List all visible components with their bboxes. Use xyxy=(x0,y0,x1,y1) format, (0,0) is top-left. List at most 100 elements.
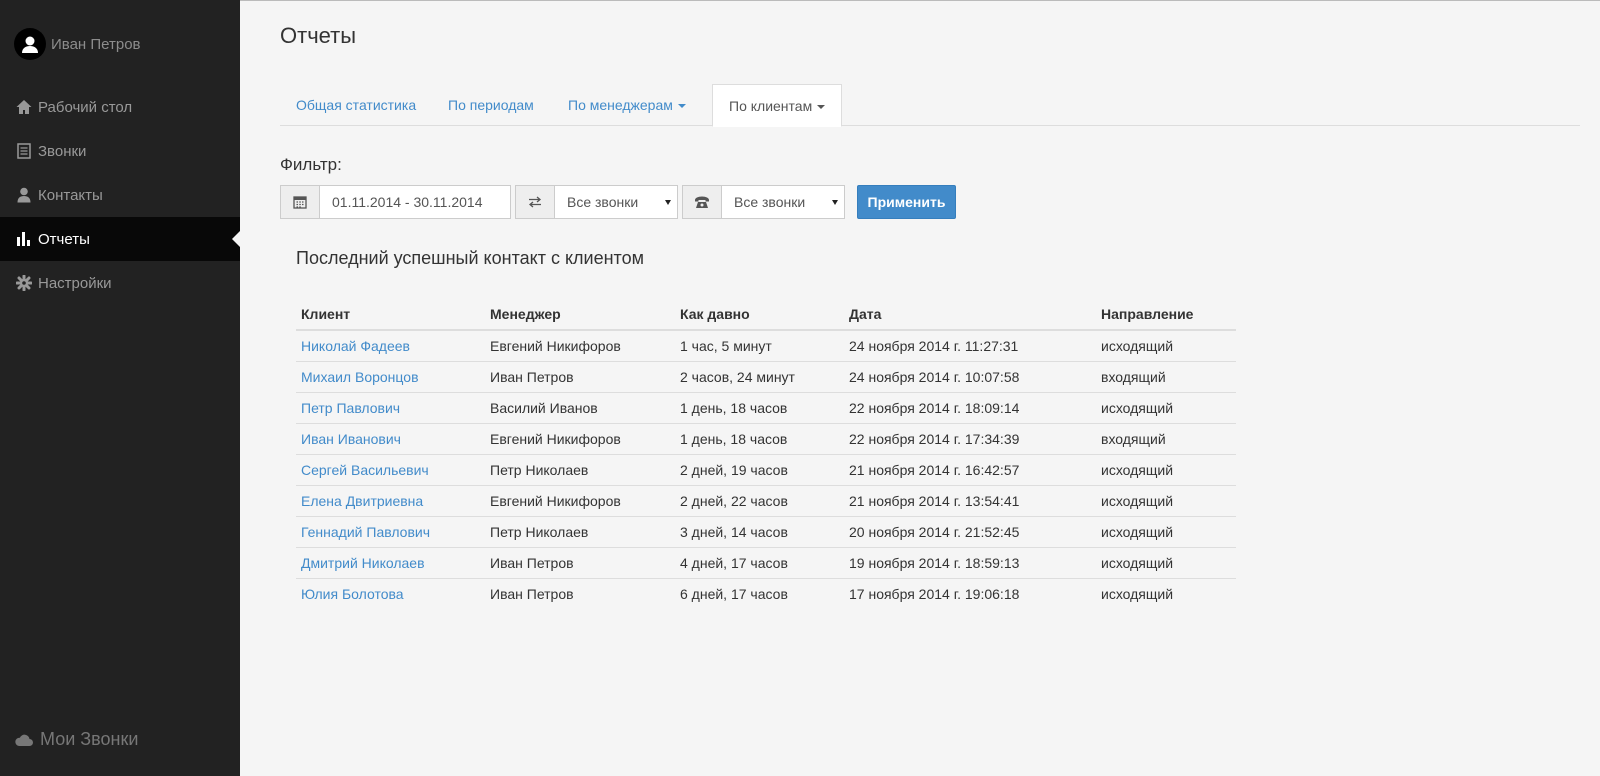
manager-cell: Иван Петров xyxy=(485,361,675,393)
date-cell: 21 ноября 2014 г. 16:42:57 xyxy=(844,454,1096,486)
brand-label: Мои Звонки xyxy=(40,729,139,749)
date-cell: 21 ноября 2014 г. 13:54:41 xyxy=(844,485,1096,517)
user-name: Иван Петров xyxy=(51,35,141,53)
avatar-icon xyxy=(14,28,46,60)
client-link[interactable]: Юлия Болотова xyxy=(296,578,485,609)
report-table: Клиент Менеджер Как давно Дата Направлен… xyxy=(296,298,1236,609)
tab-by-managers[interactable]: По менеджерам xyxy=(552,84,702,126)
elapsed-cell: 2 часов, 24 минут xyxy=(675,361,844,393)
sidebar-item-label: Отчеты xyxy=(38,230,90,248)
cloud-icon xyxy=(14,733,34,747)
column-header-date[interactable]: Дата xyxy=(844,298,1096,331)
table-row: Геннадий Павлович Петр Николаев 3 дней, … xyxy=(296,516,1236,548)
direction-cell: входящий xyxy=(1096,361,1236,393)
elapsed-cell: 1 час, 5 минут xyxy=(675,330,844,362)
tab-by-periods[interactable]: По периодам xyxy=(432,84,550,126)
date-cell: 24 ноября 2014 г. 11:27:31 xyxy=(844,330,1096,362)
date-cell: 20 ноября 2014 г. 21:52:45 xyxy=(844,516,1096,548)
client-link[interactable]: Михаил Воронцов xyxy=(296,361,485,393)
apply-button[interactable]: Применить xyxy=(857,185,956,219)
status-select[interactable]: Все звонки xyxy=(721,185,845,219)
direction-select-value: Все звонки xyxy=(567,194,639,210)
brand-logo[interactable]: Мои Звонки xyxy=(14,729,138,750)
direction-cell: исходящий xyxy=(1096,454,1236,486)
tab-general-stats[interactable]: Общая статистика xyxy=(280,84,432,126)
manager-cell: Евгений Никифоров xyxy=(485,485,675,517)
phone-icon xyxy=(682,185,722,219)
direction-cell: исходящий xyxy=(1096,392,1236,424)
table-row: Николай Фадеев Евгений Никифоров 1 час, … xyxy=(296,330,1236,362)
select-arrow-icon xyxy=(832,200,838,205)
select-arrow-icon xyxy=(665,200,671,205)
user-profile[interactable]: Иван Петров xyxy=(14,28,141,60)
column-header-direction[interactable]: Направление xyxy=(1096,298,1236,331)
sidebar: Иван Петров Рабочий стол Звонки Контакты… xyxy=(0,0,240,776)
direction-arrows-icon xyxy=(515,185,555,219)
elapsed-cell: 4 дней, 17 часов xyxy=(675,547,844,579)
sidebar-item-label: Настройки xyxy=(38,274,112,292)
column-header-manager[interactable]: Менеджер xyxy=(485,298,675,331)
sidebar-item-label: Контакты xyxy=(38,186,103,204)
sidebar-nav: Рабочий стол Звонки Контакты Отчеты Наст… xyxy=(0,85,240,305)
tab-label: По клиентам xyxy=(729,98,813,114)
client-link[interactable]: Петр Павлович xyxy=(296,392,485,424)
sidebar-item-reports[interactable]: Отчеты xyxy=(0,217,240,261)
elapsed-cell: 2 дней, 19 часов xyxy=(675,454,844,486)
table-header-row: Клиент Менеджер Как давно Дата Направлен… xyxy=(296,298,1236,331)
date-cell: 17 ноября 2014 г. 19:06:18 xyxy=(849,585,1020,602)
bar-chart-icon xyxy=(16,231,32,247)
client-link[interactable]: Елена Двитриевна xyxy=(296,485,485,517)
caret-down-icon xyxy=(677,104,686,109)
column-header-client[interactable]: Клиент xyxy=(296,298,485,331)
elapsed-cell: 2 дней, 22 часов xyxy=(675,485,844,517)
table-row: Дмитрий Николаев Иван Петров 4 дней, 17 … xyxy=(296,547,1236,579)
elapsed-cell: 6 дней, 17 часов xyxy=(680,585,788,602)
user-icon xyxy=(16,187,32,203)
sidebar-item-calls[interactable]: Звонки xyxy=(0,129,240,173)
tab-by-clients[interactable]: По клиентам xyxy=(712,84,843,127)
client-link[interactable]: Николай Фадеев xyxy=(296,330,485,362)
direction-cell: исходящий xyxy=(1096,485,1236,517)
client-link[interactable]: Иван Иванович xyxy=(296,423,485,455)
direction-cell: входящий xyxy=(1096,423,1236,455)
sidebar-item-settings[interactable]: Настройки xyxy=(0,261,240,305)
table-row: Иван Иванович Евгений Никифоров 1 день, … xyxy=(296,423,1236,455)
sidebar-item-label: Рабочий стол xyxy=(38,98,133,116)
manager-cell: Иван Петров xyxy=(485,547,675,579)
manager-cell: Петр Николаев xyxy=(485,516,675,548)
column-header-how-long-ago[interactable]: Как давно xyxy=(675,298,844,331)
date-cell: 22 ноября 2014 г. 18:09:14 xyxy=(844,392,1096,424)
client-link[interactable]: Геннадий Павлович xyxy=(296,516,485,548)
direction-cell: исходящий xyxy=(1101,585,1174,602)
page-title: Отчеты xyxy=(280,23,357,48)
date-cell: 19 ноября 2014 г. 18:59:13 xyxy=(844,547,1096,579)
manager-cell: Евгений Никифоров xyxy=(485,423,675,455)
home-icon xyxy=(16,99,32,115)
filter-label: Фильтр: xyxy=(280,155,342,174)
sidebar-item-dashboard[interactable]: Рабочий стол xyxy=(0,85,240,129)
manager-cell: Петр Николаев xyxy=(485,454,675,486)
manager-cell: Иван Петров xyxy=(490,585,574,602)
elapsed-cell: 1 день, 18 часов xyxy=(675,392,844,424)
caret-down-icon xyxy=(817,105,826,110)
tab-label: По менеджерам xyxy=(568,97,673,113)
report-tabs: Общая статистика По периодам По менеджер… xyxy=(280,84,1580,127)
manager-cell: Евгений Никифоров xyxy=(485,330,675,362)
sidebar-item-contacts[interactable]: Контакты xyxy=(0,173,240,217)
direction-select[interactable]: Все звонки xyxy=(554,185,678,219)
date-range-input[interactable]: 01.11.2014 - 30.11.2014 xyxy=(319,185,511,219)
date-cell: 22 ноября 2014 г. 17:34:39 xyxy=(844,423,1096,455)
elapsed-cell: 1 день, 18 часов xyxy=(675,423,844,455)
client-link[interactable]: Сергей Васильевич xyxy=(296,454,485,486)
sidebar-item-label: Звонки xyxy=(38,142,87,160)
client-link[interactable]: Дмитрий Николаев xyxy=(296,547,485,579)
direction-cell: исходящий xyxy=(1096,330,1236,362)
manager-cell: Василий Иванов xyxy=(485,392,675,424)
calendar-icon xyxy=(280,185,320,219)
gear-icon xyxy=(16,275,32,291)
top-border xyxy=(240,0,1600,1)
report-title: Последний успешный контакт с клиентом xyxy=(296,248,644,268)
date-cell: 24 ноября 2014 г. 10:07:58 xyxy=(844,361,1096,393)
direction-cell: исходящий xyxy=(1096,547,1236,579)
table-row: Михаил Воронцов Иван Петров 2 часов, 24 … xyxy=(296,361,1236,393)
